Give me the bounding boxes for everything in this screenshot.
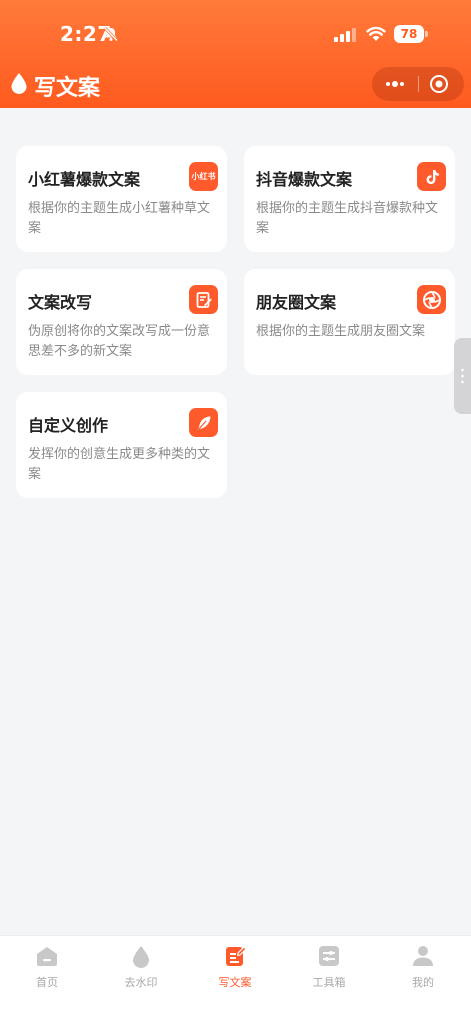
side-drawer-handle[interactable] [454,338,471,414]
card-description: 伪原创将你的文案改写成一份意思差不多的新文案 [28,324,211,359]
card-title: 小红薯爆款文案 [28,170,141,189]
feather-icon [189,408,218,437]
card-description: 根据你的主题生成朋友圈文案 [256,324,426,339]
user-icon [413,946,433,966]
tab-toolbox[interactable]: 工具箱 [282,944,376,994]
status-bar: 2:27 78 [0,0,471,60]
douyin-icon [417,162,446,191]
tab-label: 写文案 [218,976,252,989]
card-title: 朋友圈文案 [256,293,337,312]
tab-label: 我的 [412,976,434,989]
card-xiaohongshu-copy[interactable]: 小红薯爆款文案 小红书 根据你的主题生成小红薯种草文案 [16,146,227,252]
card-moments-copy[interactable]: 朋友圈文案 根据你的主题生成朋友圈文案 [244,269,455,375]
card-description: 根据你的主题生成小红薯种草文案 [28,201,211,236]
page-title: 写文案 [34,76,101,101]
card-douyin-copy[interactable]: 抖音爆款文案 根据你的主题生成抖音爆款种文案 [244,146,455,252]
bottom-tab-bar: 首页 去水印 写文案 工具箱 我的 [0,935,471,1024]
card-description: 根据你的主题生成抖音爆款种文案 [256,201,439,236]
moments-aperture-icon [417,285,446,314]
card-title: 抖音爆款文案 [256,170,353,189]
cellular-signal-icon [334,28,356,42]
app-header: 2:27 78 写文案 [0,0,471,108]
wifi-icon [366,26,386,41]
edit-document-icon [189,285,218,314]
navigation-bar: 写文案 [0,64,471,104]
tab-label: 工具箱 [312,976,346,989]
tab-mine[interactable]: 我的 [376,944,470,994]
miniprogram-capsule [372,67,464,101]
battery-indicator: 78 [394,25,428,43]
xiaohongshu-icon: 小红书 [189,162,218,191]
tab-label: 首页 [36,976,58,989]
home-icon [37,947,57,966]
card-title: 文案改写 [28,293,93,312]
card-custom-creation[interactable]: 自定义创作 发挥你的创意生成更多种类的文案 [16,392,227,498]
battery-level: 78 [394,25,424,43]
card-description: 发挥你的创意生成更多种类的文案 [28,447,211,482]
card-title: 自定义创作 [28,416,109,435]
more-options-icon[interactable] [383,75,407,93]
capsule-divider [418,76,419,92]
tab-label: 去水印 [124,976,158,989]
tab-home[interactable]: 首页 [0,944,94,994]
close-miniprogram-icon[interactable] [429,74,449,94]
toolbox-icon [319,946,339,966]
droplet-icon [133,946,149,968]
vertical-dots-icon [461,368,464,384]
bell-muted-icon [103,26,119,42]
tab-remove-watermark[interactable]: 去水印 [94,944,188,994]
card-rewrite-copy[interactable]: 文案改写 伪原创将你的文案改写成一份意思差不多的新文案 [16,269,227,375]
droplet-logo-icon [11,73,27,94]
battery-tip [425,31,428,37]
tab-write-copy[interactable]: 写文案 [188,944,282,994]
write-icon [226,946,247,966]
xiaohongshu-icon-label: 小红书 [191,172,216,181]
